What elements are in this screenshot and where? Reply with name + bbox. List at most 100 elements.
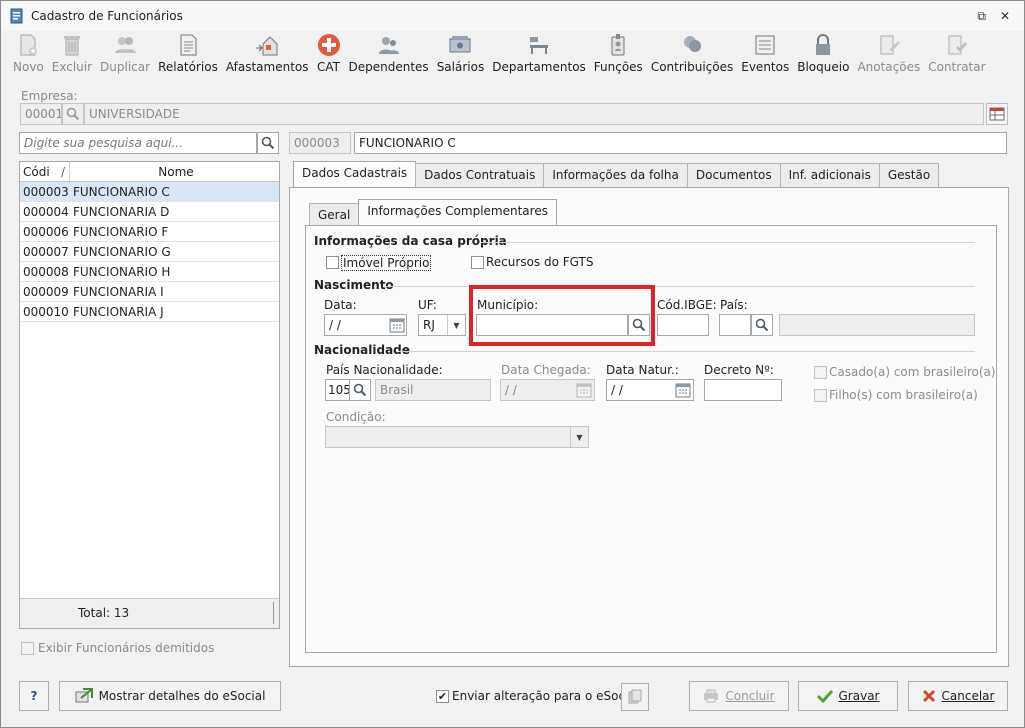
departments-icon (530, 37, 548, 54)
search-icon (353, 383, 367, 397)
leave-house-icon (256, 36, 278, 56)
sub-tabs: Geral Informações Complementares (309, 199, 557, 227)
pais-nacionalidade-code-input[interactable]: 105 (325, 379, 351, 401)
highlight-box (469, 285, 655, 346)
chevron-down-icon[interactable]: ▼ (570, 427, 588, 447)
calendar-button[interactable] (387, 315, 407, 335)
help-button[interactable]: ? (19, 681, 49, 711)
table-row[interactable]: 000007 FUNCIONARIO G (20, 242, 279, 262)
tab-inf-adicionais[interactable]: Inf. adicionais (779, 163, 880, 187)
toolbar-notes-button[interactable]: Anotações (853, 33, 924, 79)
table-row[interactable]: 000006 FUNCIONARIO F (20, 222, 279, 242)
calendar-icon (576, 383, 592, 398)
recursos-fgts-checkbox[interactable] (471, 256, 484, 269)
toolbar-cat-button[interactable]: CAT (313, 33, 345, 79)
ibge-label: Cód.IBGE: (657, 298, 717, 312)
tab-geral[interactable]: Geral (309, 203, 360, 227)
toolbar-hire-button[interactable]: Contratar (924, 33, 989, 79)
toolbar-events-button[interactable]: Eventos (737, 33, 793, 79)
calendar-button[interactable] (574, 380, 594, 400)
events-list-icon (755, 35, 775, 55)
tab-gestao[interactable]: Gestão (878, 163, 940, 187)
cancelar-button[interactable]: Cancelar (908, 681, 1008, 711)
grid-footer: Total: 13 (20, 598, 279, 628)
pais-name-field (779, 314, 975, 336)
employee-code-field[interactable]: 000003 (289, 132, 351, 154)
calendar-button[interactable] (673, 380, 693, 400)
toolbar-functions-button[interactable]: Funções (590, 33, 647, 79)
show-dismissed-checkbox[interactable] (21, 642, 34, 655)
documents-icon (628, 689, 642, 704)
table-row[interactable]: 000008 FUNCIONARIO H (20, 262, 279, 282)
toolbar-salaries-button[interactable]: Salários (433, 33, 489, 79)
empresa-name-field[interactable]: UNIVERSIDADE (84, 103, 984, 125)
column-header-name[interactable]: Nome (70, 162, 279, 181)
uf-label: UF: (418, 298, 437, 312)
tab-informacoes-folha[interactable]: Informações da folha (543, 163, 688, 187)
medical-cross-icon (317, 34, 340, 56)
toolbar-duplicate-button[interactable]: Duplicar (96, 33, 154, 79)
employee-search-button[interactable] (257, 132, 279, 154)
table-row[interactable]: 000010 FUNCIONARIA J (20, 302, 279, 322)
toolbar-leaves-button[interactable]: Afastamentos (222, 33, 313, 79)
table-row[interactable]: 000009 FUNCIONARIA I (20, 282, 279, 302)
report-icon (180, 34, 197, 56)
nacionalidade-title: Nacionalidade (314, 343, 410, 357)
calendar-icon (675, 383, 691, 398)
empresa-code-field[interactable]: 00001 (20, 103, 62, 125)
pais-nacionalidade-search-button[interactable] (349, 379, 371, 401)
employee-search-input[interactable]: Digite sua pesquisa aqui... (19, 132, 257, 154)
restore-icon[interactable]: ⧉ (977, 9, 986, 24)
app-icon (10, 8, 23, 24)
chevron-down-icon[interactable]: ▼ (447, 315, 465, 335)
toolbar-lock-button[interactable]: Bloqueio (793, 33, 853, 79)
pais-code-input[interactable] (719, 314, 751, 336)
grid-total: Total: 13 (78, 606, 130, 620)
pais-label: País: (720, 298, 748, 312)
table-row[interactable]: 000004 FUNCIONARIA D (20, 202, 279, 222)
ibge-code-input[interactable] (657, 314, 709, 336)
toolbar-new-button[interactable]: Novo (9, 33, 48, 79)
esocial-send-button[interactable] (621, 683, 649, 711)
hire-icon (948, 35, 967, 55)
decreto-input[interactable] (704, 379, 782, 401)
dependents-icon (378, 37, 399, 54)
empresa-details-button[interactable] (986, 103, 1008, 125)
toolbar-reports-button[interactable]: Relatórios (154, 33, 222, 79)
decreto-label: Decreto Nº: (704, 363, 774, 377)
toolbar-contributions-button[interactable]: Contribuições (647, 33, 737, 79)
tab-dados-cadastrais[interactable]: Dados Cadastrais (293, 161, 417, 187)
casado-brasileiro-checkbox[interactable] (814, 366, 827, 379)
close-icon[interactable]: ✕ (1000, 9, 1010, 24)
enviar-esocial-checkbox[interactable]: ✔ (436, 690, 449, 703)
empresa-search-button[interactable] (62, 103, 84, 125)
employee-register-window: Cadastro de Funcionários ⧉ ✕ Novo Exclui… (0, 0, 1025, 728)
casado-brasileiro-label: Casado(a) com brasileiro(a) (829, 365, 996, 379)
data-chegada-label: Data Chegada: (501, 363, 591, 377)
toolbar-departments-button[interactable]: Departamentos (488, 33, 590, 79)
toolbar-delete-button[interactable]: Excluir (48, 33, 96, 79)
tab-documentos[interactable]: Documentos (686, 163, 781, 187)
new-doc-icon (20, 34, 38, 56)
salary-icon (449, 36, 471, 53)
toolbar-dependents-button[interactable]: Dependentes (345, 33, 433, 79)
esocial-details-button[interactable]: Mostrar detalhes do eSocial (59, 681, 281, 711)
tab-dados-contratuais[interactable]: Dados Contratuais (415, 163, 545, 187)
search-icon (261, 136, 275, 150)
concluir-button[interactable]: Concluir (689, 681, 789, 711)
filhos-brasileiro-checkbox[interactable] (814, 389, 827, 402)
condicao-label: Condição: (326, 410, 386, 424)
esocial-icon (75, 688, 93, 703)
gravar-button[interactable]: Gravar (798, 681, 898, 711)
lock-icon (816, 34, 831, 55)
condicao-select[interactable] (325, 426, 589, 448)
employee-name-field[interactable]: FUNCIONARIO C (354, 132, 1007, 154)
tab-informacoes-complementares[interactable]: Informações Complementares (358, 199, 557, 225)
pais-search-button[interactable] (751, 314, 773, 336)
empresa-label: Empresa: (21, 89, 78, 103)
imovel-proprio-checkbox[interactable] (326, 256, 339, 269)
search-icon (66, 107, 80, 121)
table-row[interactable]: 000003 FUNCIONARIO C (20, 182, 279, 202)
title-bar: Cadastro de Funcionários ⧉ ✕ (1, 1, 1024, 31)
column-header-code[interactable]: Códi / (20, 162, 70, 181)
